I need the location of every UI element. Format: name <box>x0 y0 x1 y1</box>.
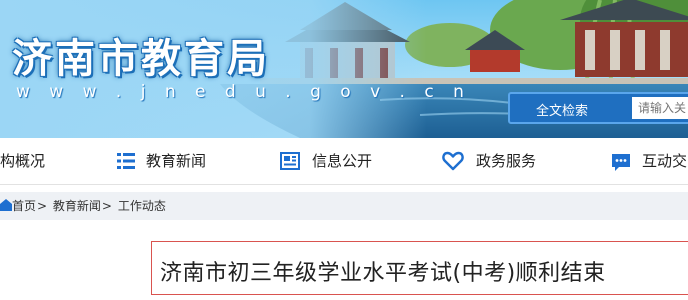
site-url: w w w . j n e d u . g o v . c n <box>16 82 471 102</box>
nav-item-info-disclosure[interactable]: 信息公开 <box>280 138 400 184</box>
header-banner: 济南市教育局 w w w . j n e d u . g o v . c n 全… <box>0 0 688 138</box>
nav-item-label: 构概况 <box>0 152 46 170</box>
nav-item-label: 信息公开 <box>312 152 373 170</box>
main-nav: 构概况 教育新闻 信息公开 政务服务 互动交 <box>0 138 688 185</box>
chat-icon <box>612 154 630 171</box>
newspaper-icon <box>280 152 300 170</box>
breadcrumb-work-updates-link[interactable]: 工作动态 <box>118 199 166 213</box>
nav-item-label: 互动交 <box>642 152 688 170</box>
nav-item-label: 政务服务 <box>476 152 537 170</box>
heart-icon <box>442 151 464 171</box>
nav-item-label: 教育新闻 <box>146 152 207 170</box>
breadcrumb: 首页> 教育新闻> 工作动态 <box>12 192 166 220</box>
list-icon <box>117 153 135 169</box>
breadcrumb-bar: 首页> 教育新闻> 工作动态 <box>0 192 688 220</box>
nav-item-interaction[interactable]: 互动交 <box>611 138 688 184</box>
search-bar: 全文检索 <box>508 92 688 124</box>
nav-item-education-news[interactable]: 教育新闻 <box>116 138 236 184</box>
breadcrumb-separator: > <box>101 199 112 213</box>
home-icon <box>0 199 12 211</box>
site-title: 济南市教育局 <box>12 35 270 82</box>
nav-item-government-services[interactable]: 政务服务 <box>442 138 562 184</box>
search-input[interactable] <box>632 97 688 119</box>
article-title: 济南市初三年级学业水平考试(中考)顺利结束 <box>160 261 606 286</box>
nav-item-about[interactable]: 构概况 <box>0 138 80 184</box>
breadcrumb-education-news-link[interactable]: 教育新闻 <box>53 199 101 213</box>
breadcrumb-separator: > <box>37 199 48 213</box>
fulltext-search-button[interactable]: 全文检索 <box>536 100 588 119</box>
breadcrumb-home-link[interactable]: 首页 <box>12 199 36 213</box>
